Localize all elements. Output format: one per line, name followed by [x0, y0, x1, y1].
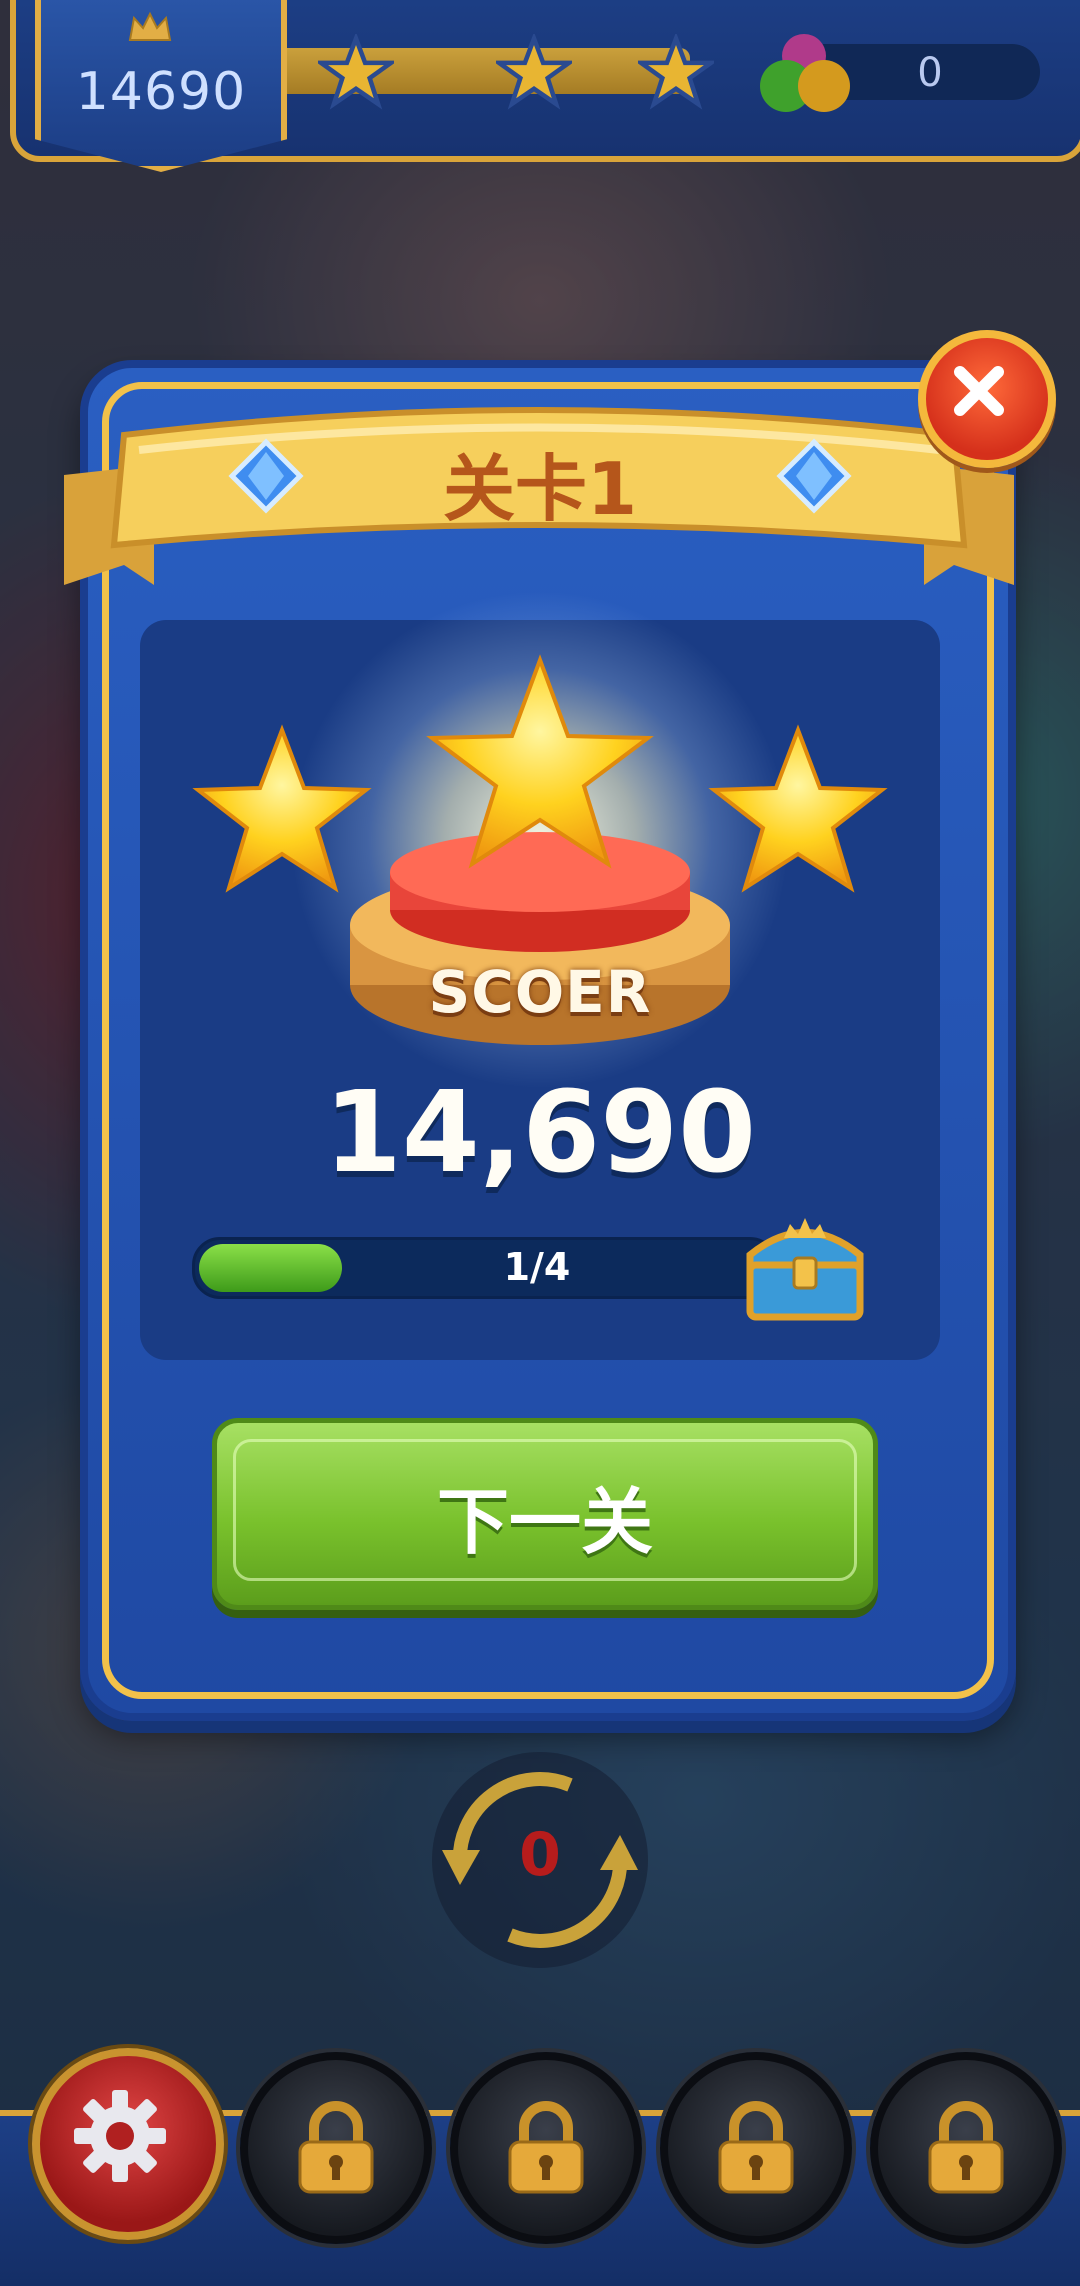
- swap-count: 0: [519, 1820, 561, 1890]
- lock-icon: [718, 2101, 794, 2194]
- top-hud: 14690 0: [0, 0, 1080, 172]
- close-icon: [954, 366, 1004, 416]
- lock-icon: [928, 2101, 1004, 2194]
- star-icon: [708, 724, 888, 893]
- close-button[interactable]: [918, 330, 1056, 468]
- lock-icon: [508, 2101, 584, 2194]
- hud-star-icon: [496, 34, 572, 110]
- next-level-label: 下一关: [436, 1480, 653, 1564]
- settings-button[interactable]: [32, 2048, 224, 2240]
- gear-icon: [74, 2090, 166, 2182]
- treasure-chest-icon[interactable]: [740, 1210, 870, 1325]
- star-icon: [192, 724, 372, 893]
- locked-booster-slot[interactable]: [870, 2052, 1062, 2244]
- locked-booster-slot[interactable]: [450, 2052, 642, 2244]
- hud-score: 14690: [75, 62, 247, 122]
- next-level-button[interactable]: 下一关: [212, 1418, 878, 1610]
- orbs-icon: [760, 34, 850, 112]
- hud-star-icon: [638, 34, 714, 110]
- locked-booster-slot[interactable]: [240, 2052, 432, 2244]
- crown-icon: [128, 11, 172, 41]
- orb-count: 0: [917, 50, 943, 96]
- hud-star-icon: [318, 34, 394, 110]
- lock-icon: [298, 2101, 374, 2194]
- level-title: 关卡1: [442, 447, 638, 531]
- podium-label: SCOER: [428, 958, 652, 1026]
- locked-booster-slot[interactable]: [660, 2052, 852, 2244]
- final-score: 14,690: [323, 1068, 757, 1198]
